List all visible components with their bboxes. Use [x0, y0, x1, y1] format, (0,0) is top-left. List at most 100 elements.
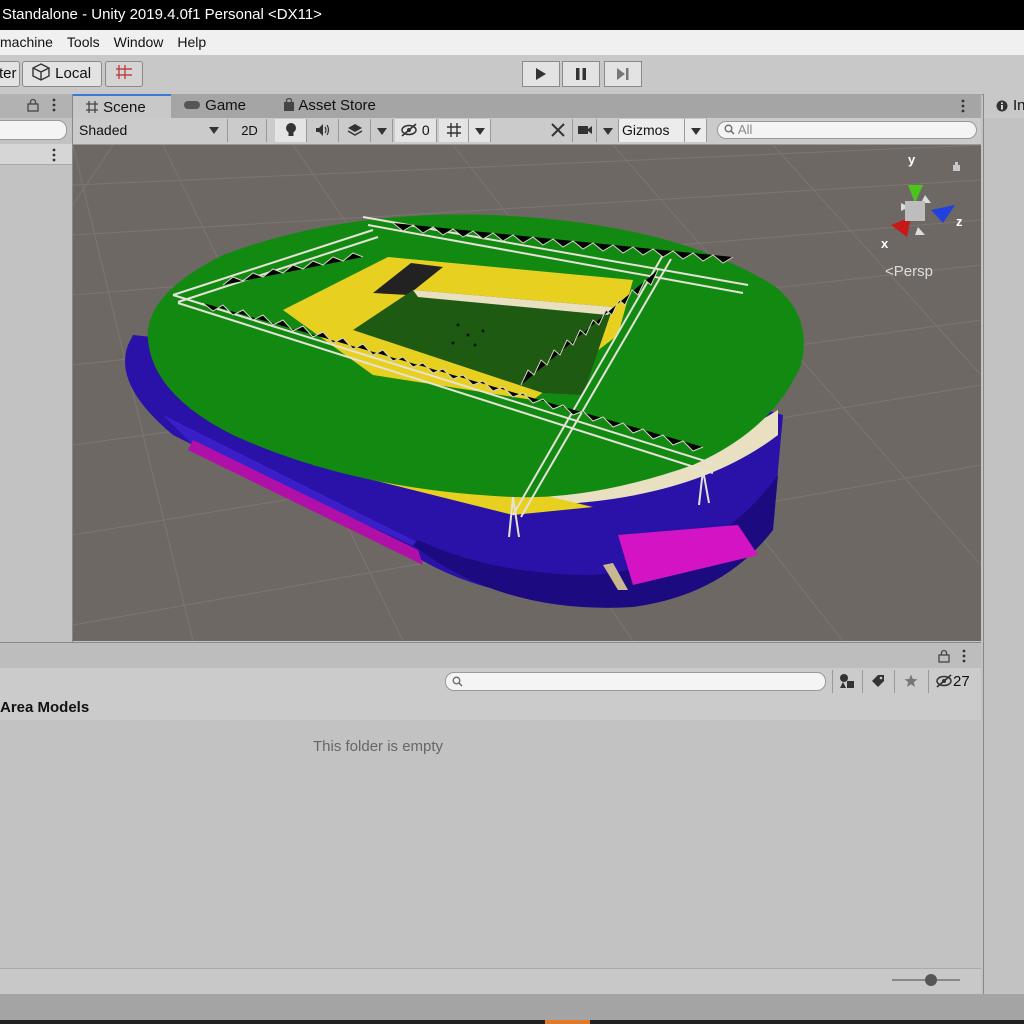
- gamepad-icon: [184, 101, 200, 109]
- scene-search-input[interactable]: All: [717, 121, 977, 139]
- shading-mode-label: Shaded: [79, 122, 128, 138]
- project-toolbar: 27: [0, 668, 981, 696]
- audio-toggle[interactable]: [307, 119, 339, 142]
- camera-button[interactable]: [573, 119, 597, 142]
- grid-toggle[interactable]: [439, 119, 469, 142]
- axis-y-label: y: [908, 152, 916, 167]
- status-bar: [0, 994, 1024, 1020]
- step-icon: [617, 68, 629, 80]
- effects-toggle[interactable]: [339, 119, 371, 142]
- favorites-button[interactable]: [894, 670, 927, 693]
- pivot-center-button[interactable]: ter: [0, 61, 20, 87]
- taskbar-active-indicator: [545, 1020, 590, 1024]
- grid-snap-icon: [116, 65, 132, 79]
- lock-icon[interactable]: [26, 98, 40, 112]
- taskbar-strip: [0, 1020, 1024, 1024]
- chevron-left-icon: <: [885, 263, 894, 280]
- grid-dropdown[interactable]: [469, 119, 491, 142]
- pause-button[interactable]: [562, 61, 600, 87]
- scene-viewport[interactable]: y z x <Persp: [73, 145, 981, 641]
- play-button[interactable]: [522, 61, 560, 87]
- menu-item-help[interactable]: Help: [177, 30, 206, 55]
- hierarchy-panel: [0, 94, 73, 642]
- lightbulb-icon: [285, 123, 296, 136]
- dropdown-arrow-icon: [690, 128, 701, 135]
- project-folder-contents: This folder is empty: [0, 720, 981, 968]
- icon-size-slider-handle[interactable]: [925, 974, 937, 986]
- dropdown-arrow-icon: [602, 128, 613, 135]
- kebab-menu-icon[interactable]: [962, 649, 966, 663]
- tab-scene[interactable]: Scene: [73, 94, 171, 118]
- mode-2d-label: 2D: [241, 123, 258, 138]
- main-toolbar: ter Local: [0, 55, 1024, 95]
- mode-2d-button[interactable]: 2D: [233, 119, 267, 142]
- hierarchy-search-input[interactable]: [0, 120, 67, 140]
- lighting-toggle[interactable]: [275, 119, 307, 142]
- cube-icon: [32, 63, 50, 81]
- search-by-type-button[interactable]: [832, 670, 861, 693]
- hierarchy-header: [0, 94, 72, 118]
- inspector-panel: In: [983, 94, 1024, 994]
- dropdown-arrow-icon: [209, 127, 219, 134]
- window-title-bar: Standalone - Unity 2019.4.0f1 Personal <…: [0, 0, 1024, 30]
- camera-icon: [577, 126, 592, 134]
- lock-icon[interactable]: [937, 649, 951, 663]
- menu-item-machine[interactable]: machine: [0, 30, 53, 55]
- shading-mode-dropdown[interactable]: Shaded: [73, 119, 228, 142]
- effects-dropdown[interactable]: [371, 119, 393, 142]
- menu-bar: machine Tools Window Help: [0, 30, 1024, 55]
- pause-icon: [576, 68, 586, 80]
- layers-icon: [347, 124, 362, 136]
- shapes-filter-icon: [840, 674, 854, 688]
- dropdown-arrow-icon: [376, 128, 387, 135]
- tab-scene-label: Scene: [103, 99, 146, 116]
- search-icon: [724, 124, 735, 135]
- tab-game[interactable]: Game: [183, 94, 246, 118]
- tag-icon: [872, 675, 884, 687]
- grid-hash-icon: [86, 101, 98, 113]
- gizmos-label: Gizmos: [622, 122, 670, 138]
- menu-item-tools[interactable]: Tools: [67, 30, 100, 55]
- info-icon: [996, 100, 1008, 112]
- play-icon: [536, 68, 546, 80]
- search-icon: [452, 676, 463, 687]
- menu-item-window[interactable]: Window: [114, 30, 164, 55]
- scene-render[interactable]: [73, 145, 981, 641]
- project-footer: [0, 968, 981, 995]
- hidden-packages-count: 27: [953, 673, 970, 690]
- gizmos-button[interactable]: Gizmos: [619, 119, 685, 142]
- kebab-menu-icon[interactable]: [52, 98, 56, 112]
- breadcrumb-folder[interactable]: Area Models: [0, 699, 89, 716]
- projection-label: Persp: [893, 263, 933, 280]
- local-label: Local: [55, 65, 92, 82]
- projection-toggle[interactable]: <Persp: [885, 263, 933, 280]
- scene-tab-row: Scene Game Asset Store: [73, 94, 981, 118]
- hierarchy-scene-row[interactable]: [0, 144, 72, 165]
- search-by-label-button[interactable]: [862, 670, 893, 693]
- gizmos-dropdown[interactable]: [685, 119, 707, 142]
- tab-inspector-label: In: [1013, 97, 1024, 114]
- project-search-input[interactable]: [445, 672, 826, 691]
- window-title: Standalone - Unity 2019.4.0f1 Personal <…: [2, 6, 322, 23]
- project-panel-header: [0, 642, 981, 669]
- camera-dropdown[interactable]: [597, 119, 619, 142]
- empty-folder-message: This folder is empty: [313, 738, 444, 755]
- shopping-bag-icon: [284, 97, 294, 111]
- hidden-objects-count: 0: [421, 122, 430, 138]
- scene-tools-button[interactable]: [543, 119, 573, 142]
- tab-asset-store[interactable]: Asset Store: [283, 94, 376, 118]
- hidden-objects-toggle[interactable]: 0: [395, 119, 437, 142]
- hidden-packages-toggle[interactable]: 27: [928, 670, 979, 693]
- orientation-gizmo[interactable]: [891, 162, 960, 237]
- axis-z-label: z: [956, 214, 963, 229]
- tab-inspector[interactable]: In: [984, 94, 1024, 118]
- kebab-menu-icon[interactable]: [961, 99, 965, 113]
- local-global-button[interactable]: Local: [22, 61, 102, 87]
- kebab-menu-icon[interactable]: [52, 148, 56, 162]
- step-button[interactable]: [604, 61, 642, 87]
- snap-grid-button[interactable]: [105, 61, 143, 87]
- axis-x-label: x: [881, 236, 889, 251]
- grid-hash-icon: [446, 123, 461, 137]
- tools-crossed-icon: [550, 123, 565, 137]
- tab-asset-store-label: Asset Store: [298, 97, 376, 114]
